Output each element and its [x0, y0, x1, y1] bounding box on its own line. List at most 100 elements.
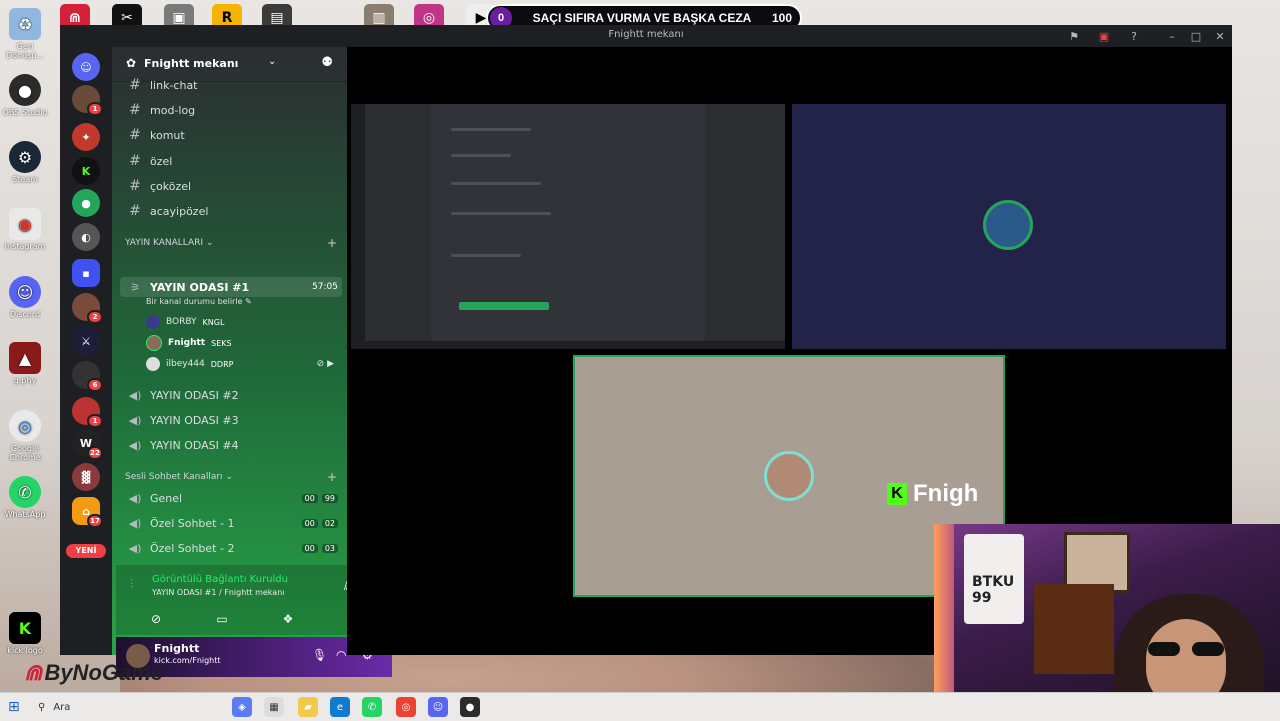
server-icon-kick[interactable]: K: [72, 157, 100, 185]
screen-share-tile[interactable]: [351, 104, 785, 349]
voice-status-title[interactable]: Görüntülü Bağlantı Kuruldu: [152, 574, 288, 585]
voice-user[interactable]: BORBY KNGL: [146, 313, 224, 331]
task-view-icon[interactable]: ▦: [264, 697, 284, 717]
channel-label: YAYIN ODASI #4: [150, 438, 239, 452]
channel-label: YAYIN ODASI #2: [150, 388, 239, 402]
category-stream-channels[interactable]: YAYIN KANALLARI ⌄ +: [125, 236, 337, 250]
desktop-icon-label: Steam: [12, 175, 38, 184]
title-bar: Fnightt mekanı ⚑ ▣ ? – □ ✕: [60, 25, 1232, 47]
minimize-button[interactable]: –: [1164, 28, 1180, 44]
hash-icon: #: [129, 203, 141, 219]
taskbar-search[interactable]: ⚲ Ara: [32, 695, 222, 719]
copilot-icon[interactable]: ◈: [232, 697, 252, 717]
channel-ozel[interactable]: # özel: [126, 151, 338, 171]
kick-watermark-text: Fnigh: [913, 480, 979, 507]
server-icon[interactable]: ✦: [72, 123, 100, 151]
jersey: BTKU 99: [964, 534, 1024, 624]
obs-icon: ●: [9, 74, 41, 106]
voice-channel[interactable]: ◀) Özel Sohbet - 2 00 03: [126, 538, 338, 558]
server-icon[interactable]: 2: [72, 293, 103, 324]
channel-mod-log[interactable]: # mod-log: [126, 100, 338, 120]
microphone-icon[interactable]: 🎙︎: [312, 648, 327, 662]
headphones-icon[interactable]: ◠: [336, 648, 346, 662]
server-icon[interactable]: ◐: [72, 223, 100, 251]
new-badge: YENİ: [66, 544, 106, 558]
discord-taskbar-icon[interactable]: ☺: [428, 697, 448, 717]
desktop-icon-steam[interactable]: ⚙ Steam: [0, 141, 50, 184]
desktop-icon-discord[interactable]: ☺ Discord: [0, 276, 50, 319]
whatsapp-icon: ✆: [9, 476, 41, 508]
category-voice-channels[interactable]: Sesli Sohbet Kanalları ⌄ +: [125, 470, 337, 484]
server-icon[interactable]: 1: [72, 85, 103, 116]
shared-screen-taskbar: [351, 341, 785, 349]
kick-icon: K: [9, 612, 41, 644]
desktop-icon-kick[interactable]: K kick logo: [0, 612, 50, 655]
server-folder-icon[interactable]: ▪: [72, 259, 100, 287]
server-icon[interactable]: ⚔: [72, 327, 100, 355]
signal-icon[interactable]: ⫶: [130, 577, 133, 592]
voice-channel[interactable]: ◀) Özel Sohbet - 1 00 02: [126, 513, 338, 533]
windows-start-icon[interactable]: ⊞: [8, 699, 24, 715]
shared-screen-line: [451, 128, 531, 131]
channel-status-label: Bir kanal durumu belirle: [146, 297, 243, 306]
voice-user[interactable]: Fnightt SEKS: [146, 334, 232, 352]
server-icon[interactable]: 1: [72, 397, 103, 428]
voice-channel[interactable]: ◀) YAYIN ODASI #3: [126, 410, 338, 430]
voice-user[interactable]: ilbey444 DDRP ⊘ ▶: [146, 355, 334, 373]
server-icon[interactable]: W 22: [72, 429, 103, 460]
edge-icon[interactable]: e: [330, 697, 350, 717]
channel-status[interactable]: Bir kanal durumu belirle ✎: [146, 297, 252, 306]
file-explorer-icon[interactable]: ▰: [298, 697, 318, 717]
help-icon[interactable]: ?: [1126, 28, 1142, 44]
whatsapp-taskbar-icon[interactable]: ✆: [362, 697, 382, 717]
speaker-icon: ◀): [128, 438, 142, 452]
channel-link-chat[interactable]: # link-chat: [126, 75, 338, 95]
channel-komut[interactable]: # komut: [126, 125, 338, 145]
voice-user-name: BORBY: [166, 317, 197, 327]
channel-acayipozel[interactable]: # acayipözel: [126, 201, 338, 221]
hash-icon: #: [129, 102, 141, 118]
activities-button[interactable]: ❖: [268, 609, 308, 629]
server-icon[interactable]: 6: [72, 361, 103, 392]
voice-channel[interactable]: ◀) Genel 00 99: [126, 488, 338, 508]
video-icon: ⚞: [130, 280, 140, 294]
avatar: [146, 315, 160, 329]
channel-cokozel[interactable]: # çoközel: [126, 176, 338, 196]
hash-icon: #: [129, 178, 141, 194]
camera-off-button[interactable]: ⊘: [136, 609, 176, 629]
server-icon[interactable]: ⌂ 17: [72, 497, 103, 528]
channel-label: komut: [150, 128, 185, 142]
desktop-icon-label: WhatsApp: [4, 510, 46, 519]
chrome-taskbar-icon[interactable]: ◎: [396, 697, 416, 717]
desktop-icon-instagram[interactable]: ◉ Instagram: [0, 208, 50, 251]
desktop-icon-recycle-bin[interactable]: ♻ Geri Dönüşü...: [0, 8, 50, 60]
invite-people-icon[interactable]: ⚉: [321, 55, 333, 70]
participant-tile[interactable]: [792, 104, 1226, 349]
add-channel-icon[interactable]: +: [327, 236, 337, 250]
server-icon[interactable]: ▓: [72, 463, 100, 491]
voice-status-subtitle: YAYIN ODASI #1 / Fnightt mekanı: [152, 588, 285, 597]
desktop-icon-gphy[interactable]: ▲ g.phy: [0, 342, 50, 385]
desktop-icon-whatsapp[interactable]: ✆ WhatsApp: [0, 476, 50, 519]
discord-home-icon[interactable]: ☺: [72, 53, 100, 81]
desktop-icon-chrome[interactable]: ◎ Google Chrome: [0, 410, 50, 462]
channel-sidebar: ✿ Fnightt mekanı ⌄ ⚉ # link-chat # mod-log…: [112, 47, 392, 677]
close-button[interactable]: ✕: [1212, 28, 1228, 44]
desktop-icon-label: OBS Studio: [2, 108, 48, 117]
maximize-button[interactable]: □: [1188, 28, 1204, 44]
screen-share-button[interactable]: ▭: [202, 609, 242, 629]
add-channel-icon[interactable]: +: [327, 470, 337, 484]
desktop-icon-obs[interactable]: ● OBS Studio: [0, 74, 50, 117]
obs-taskbar-icon[interactable]: ●: [460, 697, 480, 717]
chevron-down-icon: ⌄: [268, 56, 277, 67]
voice-channel[interactable]: ◀) YAYIN ODASI #4: [126, 435, 338, 455]
shared-screen-line: [451, 154, 511, 157]
server-icon[interactable]: ●: [72, 189, 100, 217]
screen-share-icon[interactable]: ▣: [1096, 28, 1112, 44]
username[interactable]: Fnightt: [154, 642, 199, 655]
voice-channel-active[interactable]: ⚞ YAYIN ODASI #1 57:05: [126, 277, 338, 297]
voice-channel[interactable]: ◀) YAYIN ODASI #2: [126, 385, 338, 405]
channel-label: Özel Sohbet - 1: [150, 516, 235, 530]
desktop-icon-label: Instagram: [4, 242, 46, 251]
inbox-flag-icon[interactable]: ⚑: [1066, 28, 1082, 44]
